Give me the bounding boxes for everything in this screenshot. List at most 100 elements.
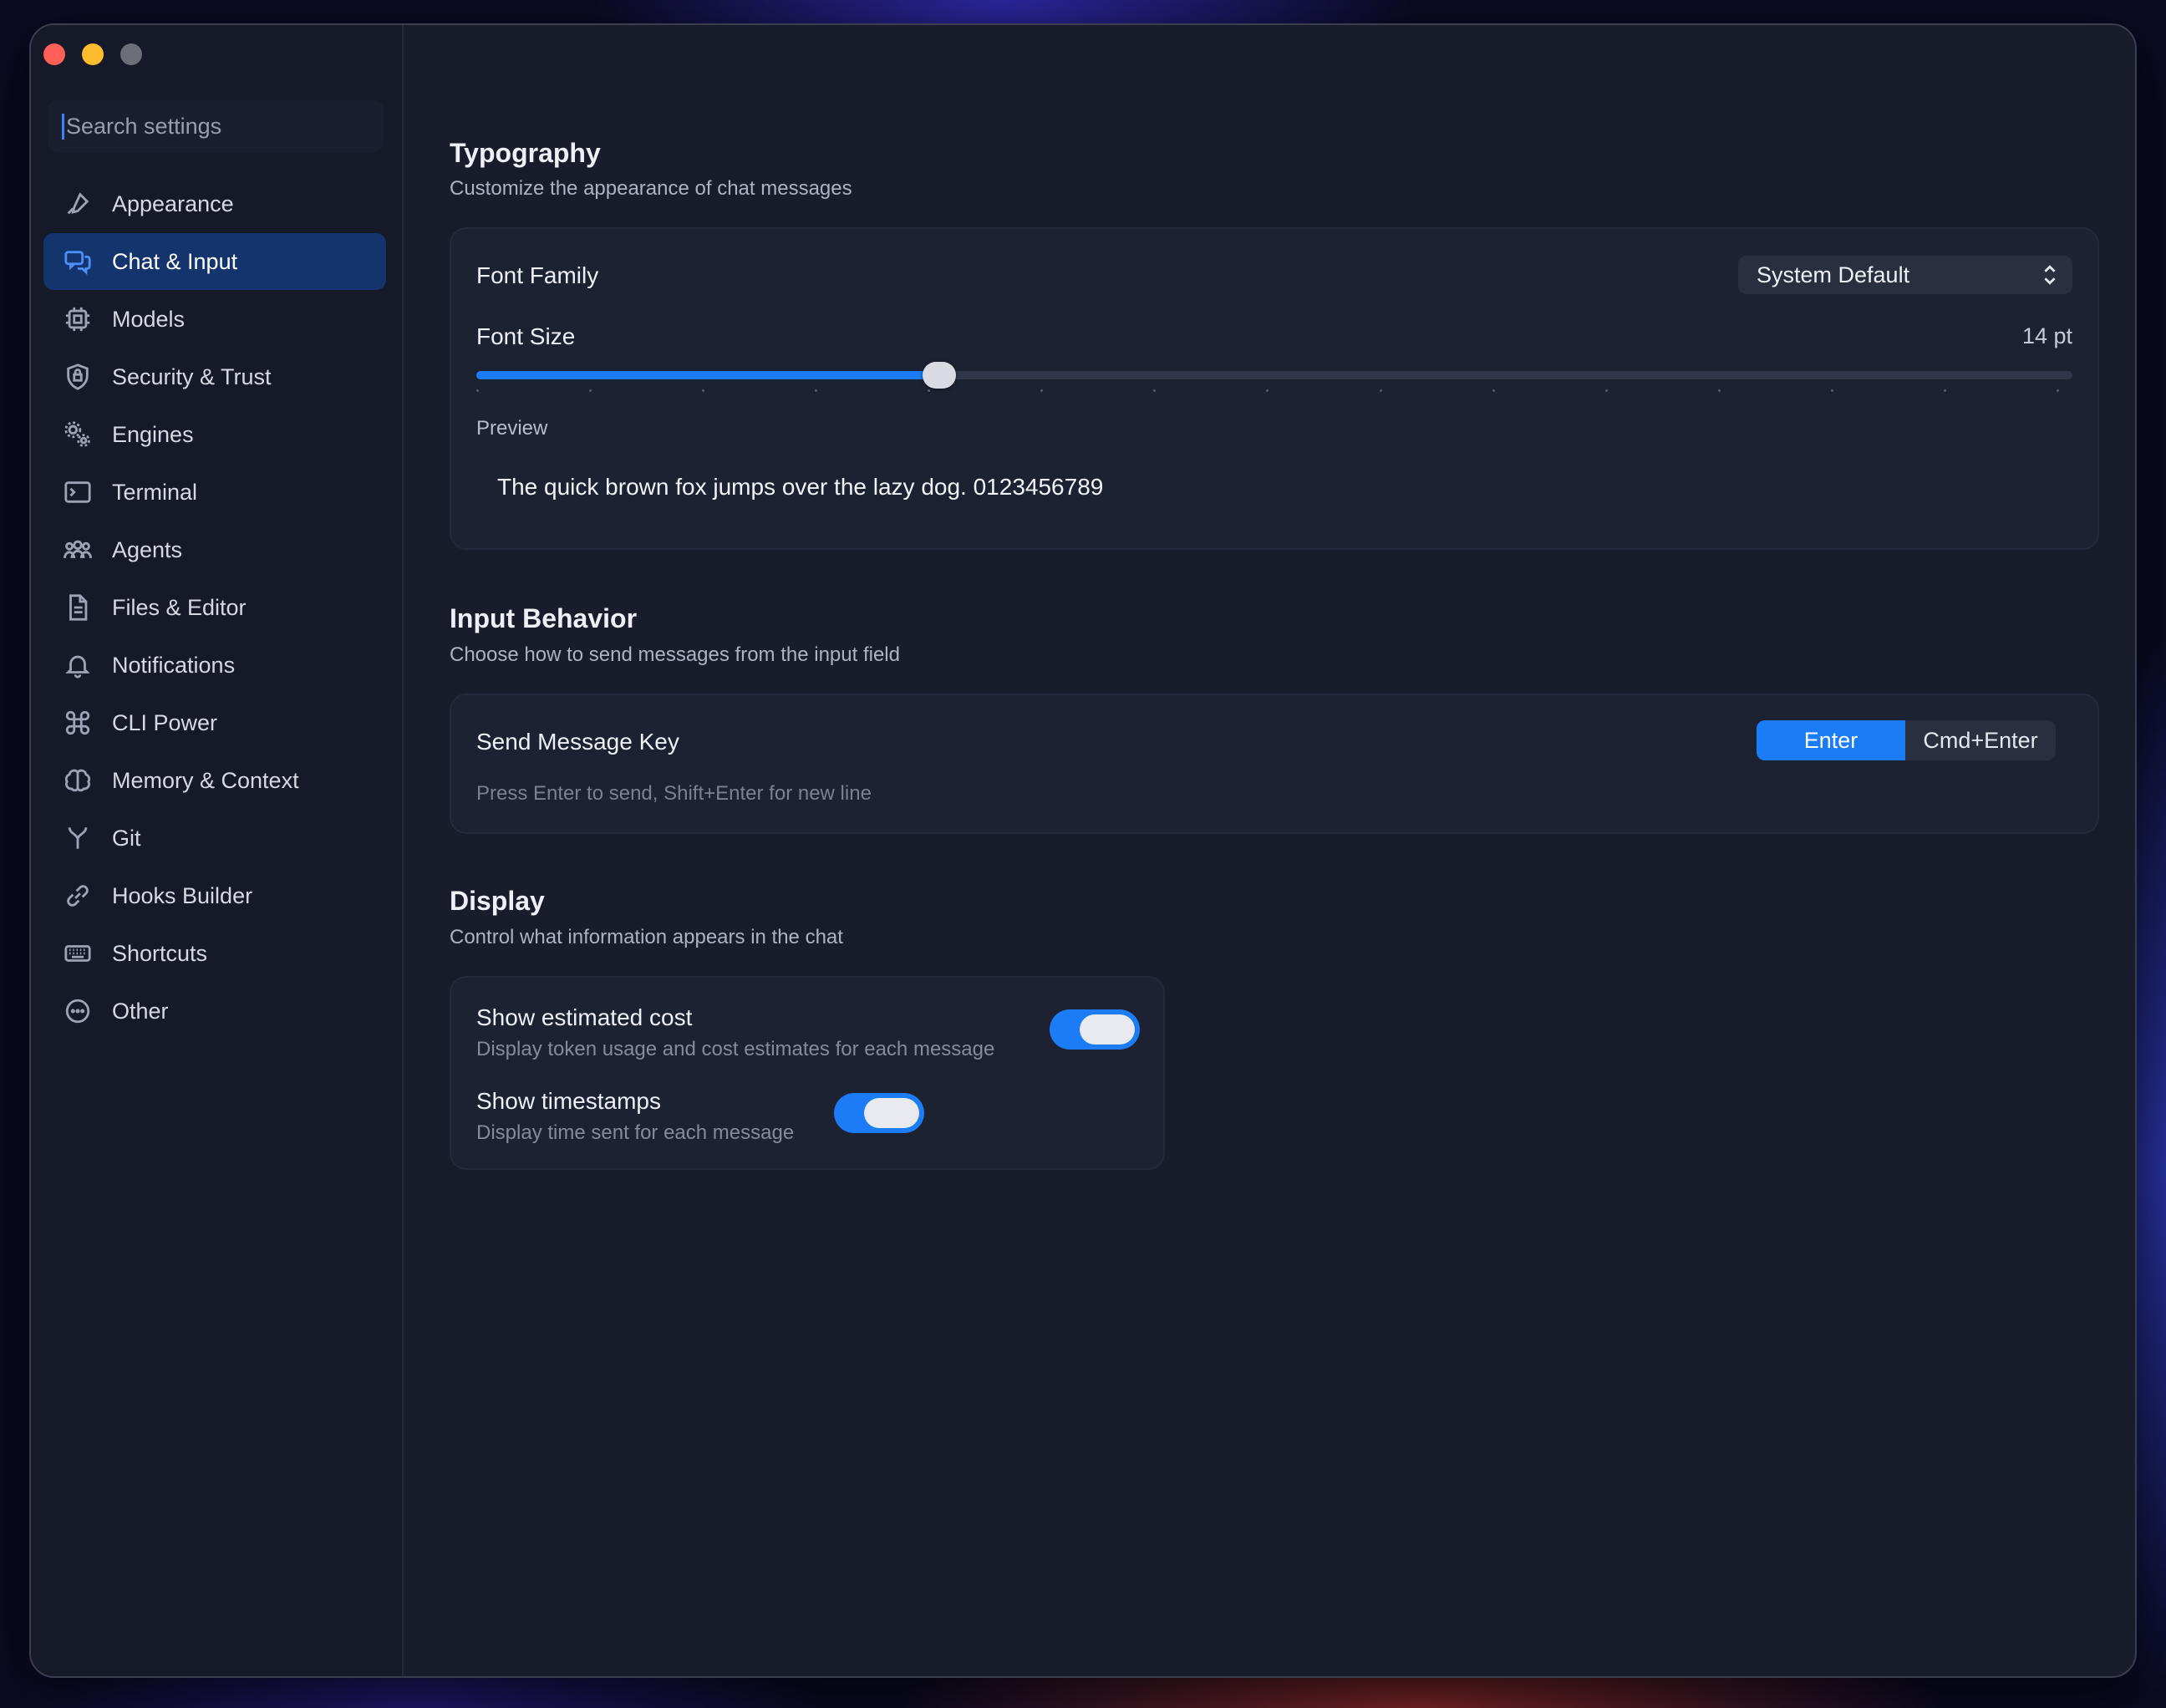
sidebar-item-label: Engines (112, 421, 194, 447)
show-cost-title: Show estimated cost (476, 1004, 693, 1030)
send-key-enter-option[interactable]: Enter (1757, 720, 1905, 760)
sidebar-item-other[interactable]: Other (43, 983, 386, 1040)
sidebar-nav: Appearance Chat & Input Models Security … (43, 175, 386, 1040)
keyboard-icon (62, 938, 94, 969)
send-key-segmented-control: Enter Cmd+Enter (1757, 720, 2056, 760)
sidebar-item-label: Hooks Builder (112, 882, 253, 908)
input-behavior-subtitle: Choose how to send messages from the inp… (450, 643, 900, 666)
preview-label: Preview (476, 417, 548, 440)
slider-tick (1266, 389, 1269, 392)
show-timestamps-description: Display time sent for each message (476, 1121, 795, 1144)
traffic-lights (43, 43, 142, 65)
slider-fill (476, 371, 939, 379)
slider-ticks (476, 389, 2072, 393)
send-key-cmd-enter-option[interactable]: Cmd+Enter (1905, 720, 2056, 760)
shield-icon (62, 361, 94, 393)
typography-title: Typography (450, 138, 601, 168)
toggle-knob (864, 1098, 919, 1128)
document-icon (62, 592, 94, 623)
gears-icon (62, 419, 94, 450)
sidebar-item-security-trust[interactable]: Security & Trust (43, 348, 386, 405)
up-down-chevron-icon (2044, 265, 2056, 285)
slider-tick (1830, 389, 1833, 392)
sidebar-item-shortcuts[interactable]: Shortcuts (43, 925, 386, 982)
sidebar-item-label: Models (112, 306, 186, 332)
sidebar-item-label: Git (112, 825, 141, 851)
show-timestamps-title: Show timestamps (476, 1088, 661, 1114)
slider-tick (1040, 389, 1044, 392)
show-timestamps-toggle[interactable] (834, 1093, 924, 1133)
ellipsis-circle-icon (62, 995, 94, 1027)
font-size-label: Font Size (476, 323, 576, 349)
sidebar-item-label: Appearance (112, 191, 234, 216)
git-branch-icon (62, 822, 94, 854)
sidebar: Appearance Chat & Input Models Security … (31, 25, 404, 1676)
sidebar-item-label: Files & Editor (112, 594, 247, 620)
sidebar-item-models[interactable]: Models (43, 291, 386, 348)
sidebar-item-agents[interactable]: Agents (43, 521, 386, 578)
sidebar-item-label: Terminal (112, 479, 198, 505)
send-key-hint: Press Enter to send, Shift+Enter for new… (476, 782, 872, 805)
sidebar-item-engines[interactable]: Engines (43, 406, 386, 463)
font-family-label: Font Family (476, 262, 599, 288)
show-cost-toggle[interactable] (1050, 1009, 1140, 1050)
settings-content: Typography Customize the appearance of c… (404, 25, 2135, 1676)
sidebar-item-files-editor[interactable]: Files & Editor (43, 579, 386, 636)
sidebar-item-label: Security & Trust (112, 363, 272, 389)
show-cost-description: Display token usage and cost estimates f… (476, 1038, 995, 1060)
sidebar-item-appearance[interactable]: Appearance (43, 175, 386, 232)
send-message-key-label: Send Message Key (476, 729, 679, 755)
search-input[interactable] (62, 113, 384, 140)
display-title: Display (450, 886, 545, 916)
typography-card: Font Family System Default Font Size 14 … (450, 227, 2099, 550)
toggle-knob (1080, 1014, 1135, 1045)
brain-icon (62, 765, 94, 796)
input-behavior-title: Input Behavior (450, 603, 638, 633)
search-box (48, 100, 384, 152)
slider-tick (1379, 389, 1382, 392)
bell-icon (62, 649, 94, 681)
sidebar-item-hooks-builder[interactable]: Hooks Builder (43, 867, 386, 924)
sidebar-item-terminal[interactable]: Terminal (43, 464, 386, 521)
input-behavior-card: Send Message Key Enter Cmd+Enter Press E… (450, 694, 2099, 834)
preview-text: The quick brown fox jumps over the lazy … (497, 474, 1104, 500)
minimize-window-button[interactable] (82, 43, 104, 65)
slider-thumb[interactable] (922, 362, 956, 389)
sidebar-item-label: Other (112, 998, 169, 1024)
cpu-icon (62, 303, 94, 335)
slider-tick (476, 389, 479, 392)
people-icon (62, 534, 94, 566)
font-family-select[interactable]: System Default (1738, 256, 2072, 294)
zoom-window-button[interactable] (120, 43, 142, 65)
typography-subtitle: Customize the appearance of chat message… (450, 177, 852, 200)
brush-icon (62, 188, 94, 220)
display-subtitle: Control what information appears in the … (450, 926, 843, 948)
chat-bubbles-icon (62, 246, 94, 277)
sidebar-item-chat-input[interactable]: Chat & Input (43, 233, 386, 290)
sidebar-item-label: Shortcuts (112, 940, 208, 966)
display-card: Show estimated cost Display token usage … (450, 976, 1165, 1170)
font-size-value: 14 pt (2021, 323, 2072, 348)
sidebar-item-memory-context[interactable]: Memory & Context (43, 752, 386, 809)
slider-tick (1153, 389, 1157, 392)
sidebar-item-notifications[interactable]: Notifications (43, 637, 386, 694)
sidebar-item-label: Memory & Context (112, 767, 299, 793)
slider-tick (702, 389, 705, 392)
font-size-slider[interactable] (476, 362, 2072, 389)
sidebar-item-label: Chat & Input (112, 248, 238, 274)
link-icon (62, 880, 94, 912)
command-icon (62, 707, 94, 739)
sidebar-item-cli-power[interactable]: CLI Power (43, 694, 386, 751)
slider-tick (1604, 389, 1608, 392)
terminal-icon (62, 476, 94, 508)
slider-tick (589, 389, 592, 392)
sidebar-item-label: Agents (112, 536, 183, 562)
slider-tick (928, 389, 931, 392)
settings-window: Appearance Chat & Input Models Security … (29, 23, 2137, 1678)
font-family-value: System Default (1757, 262, 1910, 287)
slider-tick (1717, 389, 1721, 392)
close-window-button[interactable] (43, 43, 65, 65)
slider-tick (1943, 389, 1946, 392)
slider-tick (815, 389, 818, 392)
sidebar-item-git[interactable]: Git (43, 810, 386, 867)
